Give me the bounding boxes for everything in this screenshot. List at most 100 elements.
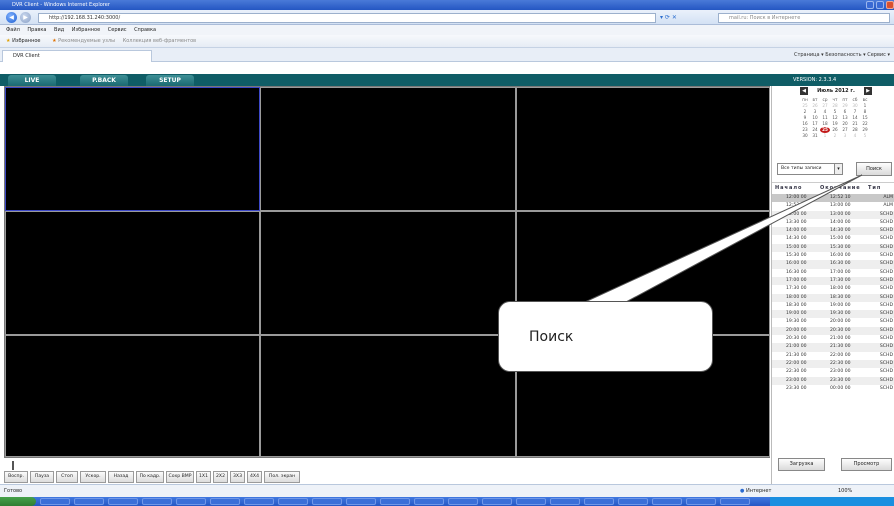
calendar-day[interactable]: 3 — [840, 133, 850, 139]
download-button[interactable]: Загрузка — [778, 458, 825, 471]
tab-setup[interactable]: SETUP — [146, 75, 194, 86]
zoom-level[interactable]: 100% — [838, 485, 852, 497]
table-row[interactable]: 21:00 00 21:30 00 SCHD — [772, 343, 894, 352]
table-row[interactable]: 20:00 00 20:30 00 SCHD — [772, 326, 894, 336]
stop-button[interactable]: Стоп — [56, 471, 78, 483]
calendar-next-icon[interactable]: ▶ — [864, 87, 872, 95]
table-row[interactable]: 12:52 27 13:00 00 ALM — [772, 202, 894, 210]
tab-playback[interactable]: P.BACK — [80, 75, 128, 86]
taskbar-item[interactable] — [278, 498, 308, 505]
table-row[interactable]: 23:00 00 23:30 00 SCHD — [772, 376, 894, 385]
frame-step-button[interactable]: По кадр. — [136, 471, 164, 483]
table-row[interactable]: 20:30 00 21:00 00 SCHD — [772, 335, 894, 343]
taskbar-item[interactable] — [414, 498, 444, 505]
menu-tools[interactable]: Сервис — [108, 27, 127, 33]
layout-3x3-button[interactable]: 3X3 — [230, 471, 245, 483]
browser-tab[interactable]: DVR Client — [2, 50, 152, 62]
calendar-day[interactable]: 4 — [850, 133, 860, 139]
menu-file[interactable]: Файл — [6, 27, 20, 33]
taskbar-item[interactable] — [448, 498, 478, 505]
close-icon[interactable] — [886, 1, 894, 9]
taskbar-item[interactable] — [74, 498, 104, 505]
taskbar-item[interactable] — [584, 498, 614, 505]
rewind-button[interactable]: Назад — [108, 471, 134, 483]
favorites-button[interactable]: Избранное — [12, 38, 40, 44]
menu-edit[interactable]: Правка — [27, 27, 46, 33]
minimize-icon[interactable] — [866, 1, 874, 9]
table-row[interactable]: 17:00 00 17:30 00 SCHD — [772, 276, 894, 286]
table-row[interactable]: 12:00 00 12:52 10 ALM — [772, 194, 894, 203]
taskbar-item[interactable] — [720, 498, 750, 505]
play-button[interactable]: Воспр. — [4, 471, 28, 483]
search-button[interactable]: Поиск — [856, 162, 892, 176]
taskbar-item[interactable] — [686, 498, 716, 505]
video-channel-2[interactable] — [260, 87, 516, 211]
table-row[interactable]: 23:30 00 00:00 00 SCHD — [772, 385, 894, 393]
table-row[interactable]: 17:30 00 18:00 00 SCHD — [772, 285, 894, 293]
table-row[interactable]: 14:30 00 15:00 00 SCHD — [772, 235, 894, 243]
table-row[interactable]: 14:00 00 14:30 00 SCHD — [772, 227, 894, 236]
layout-4x4-button[interactable]: 4X4 — [247, 471, 262, 483]
maximize-icon[interactable] — [876, 1, 884, 9]
taskbar-item[interactable] — [516, 498, 546, 505]
video-channel-8[interactable] — [260, 335, 516, 457]
fav-item-1[interactable]: Рекомендуемые узлы — [58, 38, 115, 44]
table-row[interactable]: 16:00 00 16:30 00 SCHD — [772, 260, 894, 269]
calendar-day[interactable]: 5 — [860, 133, 870, 139]
taskbar-item[interactable] — [550, 498, 580, 505]
save-bmp-button[interactable]: Сохр ВМР — [166, 471, 194, 483]
taskbar-item[interactable] — [176, 498, 206, 505]
taskbar-item[interactable] — [108, 498, 138, 505]
menu-help[interactable]: Справка — [134, 27, 156, 33]
search-input[interactable]: mail.ru: Поиск в Интернете — [718, 13, 890, 23]
taskbar-item[interactable] — [142, 498, 172, 505]
table-row[interactable]: 13:00 00 13:00 00 SCHD — [772, 210, 894, 219]
taskbar-item[interactable] — [652, 498, 682, 505]
table-row[interactable]: 18:30 00 19:00 00 SCHD — [772, 302, 894, 310]
table-row[interactable]: 22:00 00 22:30 00 SCHD — [772, 359, 894, 369]
table-row[interactable]: 16:30 00 17:00 00 SCHD — [772, 269, 894, 277]
calendar-day[interactable]: 1 — [820, 133, 830, 139]
video-channel-3[interactable] — [516, 87, 770, 211]
fast-forward-button[interactable]: Ускор. — [80, 471, 106, 483]
calendar-prev-icon[interactable]: ◀ — [800, 87, 808, 95]
table-row[interactable]: 13:30 00 14:00 00 SCHD — [772, 219, 894, 227]
start-button[interactable] — [0, 497, 36, 506]
view-button[interactable]: Просмотр — [841, 458, 892, 471]
table-row[interactable]: 19:00 00 19:30 00 SCHD — [772, 310, 894, 319]
taskbar-item[interactable] — [618, 498, 648, 505]
playback-slider[interactable] — [4, 460, 770, 470]
table-row[interactable]: 15:30 00 16:00 00 SCHD — [772, 252, 894, 260]
table-row[interactable]: 15:00 00 15:30 00 SCHD — [772, 243, 894, 253]
taskbar-item[interactable] — [312, 498, 342, 505]
fullscreen-button[interactable]: Пол. экран — [264, 471, 300, 483]
video-channel-5[interactable] — [260, 211, 516, 335]
calendar-day[interactable]: 30 — [800, 133, 810, 139]
menu-favorites[interactable]: Избранное — [72, 27, 100, 33]
fav-item-2[interactable]: Коллекция веб-фрагментов — [123, 38, 196, 44]
video-channel-7[interactable] — [5, 335, 260, 457]
address-bar[interactable]: http://192.168.31.240:3000/ — [38, 13, 656, 23]
refresh-stop-icons[interactable]: ▾ ⟳ ✕ — [660, 13, 714, 23]
back-icon[interactable]: ◀ — [6, 12, 17, 23]
video-channel-1[interactable] — [5, 87, 260, 211]
taskbar-item[interactable] — [380, 498, 410, 505]
layout-1x1-button[interactable]: 1X1 — [196, 471, 211, 483]
calendar-day[interactable]: 31 — [810, 133, 820, 139]
menu-view[interactable]: Вид — [54, 27, 64, 33]
command-bar[interactable]: Страница ▾ Безопасность ▾ Сервис ▾ — [794, 50, 890, 60]
taskbar-item[interactable] — [40, 498, 70, 505]
table-row[interactable]: 18:00 00 18:30 00 SCHD — [772, 293, 894, 302]
table-row[interactable]: 21:30 00 22:00 00 SCHD — [772, 352, 894, 360]
layout-2x2-button[interactable]: 2X2 — [213, 471, 228, 483]
record-type-select[interactable]: Все типы записи ▾ — [777, 163, 843, 175]
calendar-day[interactable]: 2 — [830, 133, 840, 139]
video-channel-4[interactable] — [5, 211, 260, 335]
tab-live[interactable]: LIVE — [8, 75, 56, 86]
table-row[interactable]: 19:30 00 20:00 00 SCHD — [772, 318, 894, 326]
pause-button[interactable]: Пауза — [30, 471, 54, 483]
table-row[interactable]: 22:30 00 23:00 00 SCHD — [772, 368, 894, 376]
taskbar-item[interactable] — [210, 498, 240, 505]
forward-icon[interactable]: ▶ — [20, 12, 31, 23]
taskbar-item[interactable] — [346, 498, 376, 505]
